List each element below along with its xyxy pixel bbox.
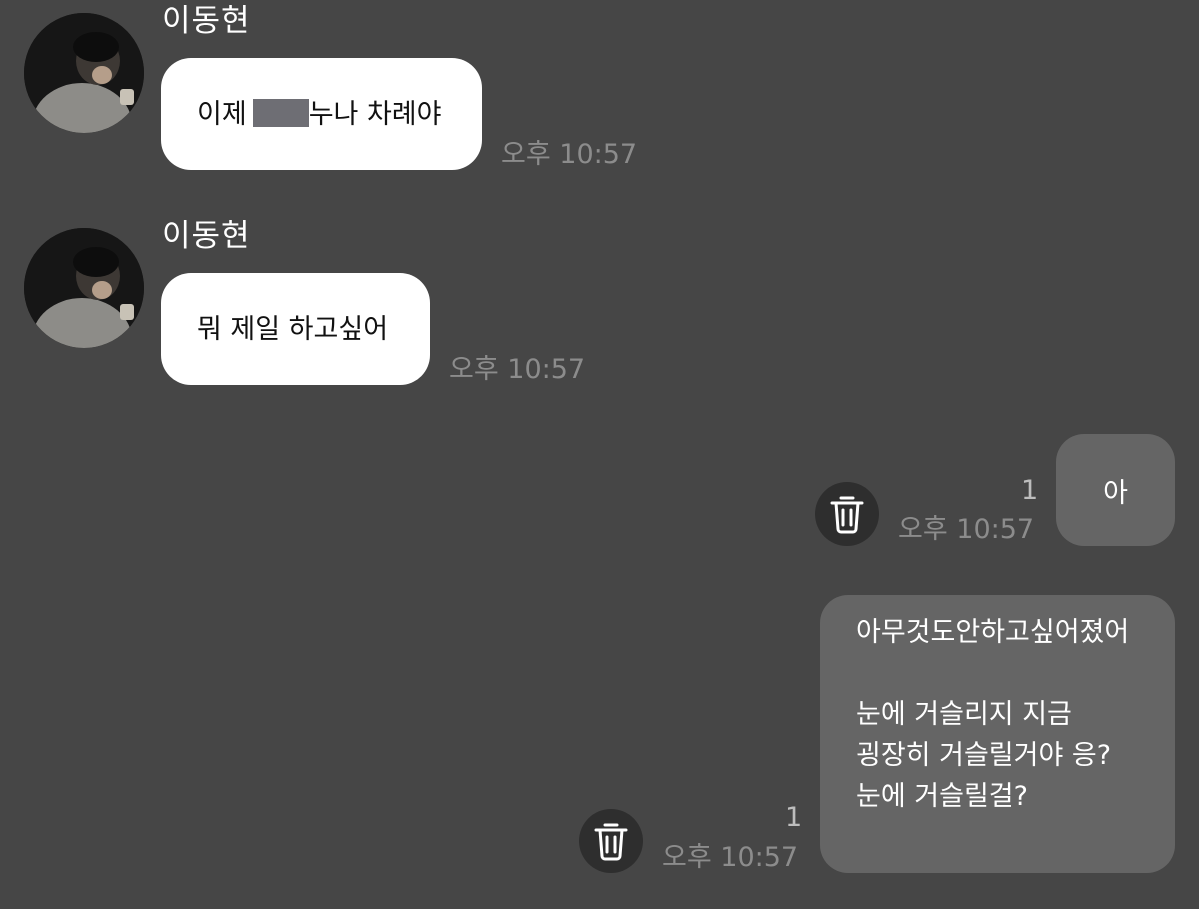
- incoming-message-bubble[interactable]: 이제 누나 차례야: [161, 58, 482, 170]
- unread-count: 1: [785, 802, 803, 833]
- outgoing-message-bubble[interactable]: 아: [1056, 434, 1175, 546]
- unread-count: 1: [1021, 475, 1039, 506]
- trash-icon: [594, 823, 628, 861]
- message-text: 뭐 제일 하고싶어: [197, 313, 389, 345]
- message-text-line: 눈에 거슬리지 지금: [856, 699, 1072, 730]
- message-timestamp: 오후 10:57: [898, 514, 1035, 545]
- message-text-line: 굉장히 거슬릴거야 응?: [856, 740, 1112, 771]
- message-text-line: [856, 653, 1175, 694]
- delete-message-button[interactable]: [815, 482, 879, 546]
- trash-icon: [830, 496, 864, 534]
- sender-name: 이동현: [162, 218, 251, 254]
- message-text: 누나 차례야: [308, 98, 442, 130]
- delete-message-button[interactable]: [579, 809, 643, 873]
- message-text-line: 아무것도안하고싶어졌어: [856, 617, 1130, 648]
- avatar[interactable]: [24, 228, 144, 348]
- redacted-name: [252, 99, 309, 127]
- profile-photo-icon: [24, 13, 144, 133]
- incoming-message-bubble[interactable]: 뭐 제일 하고싶어: [161, 273, 430, 385]
- message-timestamp: 오후 10:57: [449, 354, 586, 385]
- outgoing-message-bubble[interactable]: 아무것도안하고싶어졌어 눈에 거슬리지 지금 굉장히 거슬릴거야 응? 눈에 거…: [820, 595, 1175, 873]
- message-text-line: 눈에 거슬릴걸?: [856, 781, 1028, 812]
- profile-photo-icon: [24, 228, 144, 348]
- avatar[interactable]: [24, 13, 144, 133]
- chat-view: 이동현 이제 누나 차례야 오후 10:57 이동현 뭐 제일 하고싶어 오후 …: [0, 0, 1199, 909]
- message-timestamp: 오후 10:57: [662, 842, 799, 873]
- message-text: 이제: [197, 98, 247, 130]
- message-text: 아: [1103, 477, 1128, 509]
- sender-name: 이동현: [162, 3, 251, 39]
- message-timestamp: 오후 10:57: [501, 139, 638, 170]
